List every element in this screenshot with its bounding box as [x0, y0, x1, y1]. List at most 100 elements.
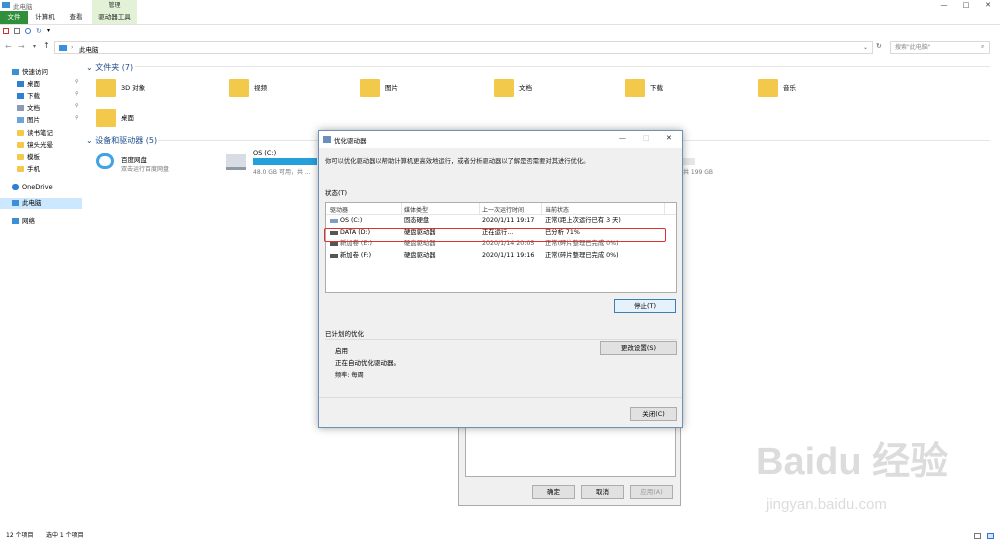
download-folder-icon [625, 79, 645, 97]
close-button[interactable]: ✕ [977, 0, 999, 11]
col-status[interactable]: 当前状态 [545, 205, 569, 214]
forward-icon[interactable]: → [18, 42, 25, 51]
redo-icon[interactable]: ↻ [36, 27, 42, 35]
sched-status: 启用 [335, 347, 348, 355]
tab-file[interactable]: 文件 [0, 11, 28, 24]
folder-label: 图片 [385, 84, 398, 92]
nav-folder-1[interactable]: 读书笔记 [17, 128, 53, 139]
tab-drive-tools[interactable]: 驱动器工具 [92, 11, 137, 24]
nav-pictures[interactable]: 图片 [17, 115, 40, 126]
cancel-button[interactable]: 取消 [581, 485, 624, 499]
column-divider [541, 203, 542, 215]
pin-icon: ⚲ [75, 79, 79, 85]
dropdown-icon[interactable]: ⌄ [863, 44, 868, 51]
column-divider [479, 203, 480, 215]
download-icon [17, 93, 24, 99]
folder-3d-objects[interactable]: 3D 对象 [96, 77, 226, 107]
nav-onedrive[interactable]: OneDrive [12, 182, 53, 193]
picture-folder-icon [360, 79, 380, 97]
column-divider [664, 203, 665, 215]
up-icon[interactable]: ↑ [43, 41, 50, 50]
minimize-button[interactable]: — [933, 0, 955, 11]
nav-folder-2[interactable]: 镜头光晕 [17, 140, 53, 151]
dialog-description: 你可以优化驱动器以帮助计算机更高效地运行，或者分析驱动器以了解是否需要对其进行优… [325, 158, 590, 165]
3d-objects-icon [96, 79, 116, 97]
apply-button[interactable]: 应用(A) [630, 485, 673, 499]
col-drive[interactable]: 驱动器 [330, 205, 348, 214]
folder-downloads[interactable]: 下载 [625, 77, 755, 107]
search-input[interactable]: 搜索"此电脑" [890, 41, 990, 54]
device-os-name[interactable]: OS (C:) [253, 149, 276, 157]
nav-folder-3[interactable]: 模板 [17, 152, 40, 163]
item-count: 12 个项目 [6, 532, 34, 539]
search-icon: ⌕ [981, 43, 985, 50]
maximize-button[interactable]: □ [643, 134, 650, 142]
folder-label: 文档 [519, 84, 532, 92]
folder-label: 3D 对象 [121, 84, 146, 92]
device-baidu-name[interactable]: 百度网盘 [121, 154, 147, 164]
section-divider [325, 339, 677, 340]
recent-icon[interactable]: ▾ [33, 43, 36, 50]
tab-view[interactable]: 查看 [62, 11, 90, 24]
close-dialog-button[interactable]: 关闭(C) [630, 407, 677, 421]
address-area: ← → ▾ ↑ › 此电脑 ⌄ ↻ 搜索"此电脑" ⌕ [0, 40, 1000, 55]
ribbon-context-header: 管理 [92, 0, 137, 11]
watermark: Baidu 经验 jingyan.baidu.com [748, 418, 978, 518]
back-icon[interactable]: ← [5, 42, 12, 51]
details-view-icon[interactable] [974, 533, 981, 539]
folder-desktop[interactable]: 桌面 [96, 107, 226, 137]
folder-videos[interactable]: 视频 [229, 77, 359, 107]
properties-icon[interactable] [3, 28, 9, 34]
sched-frequency: 频率: 每周 [335, 372, 364, 379]
minimize-button[interactable]: — [619, 134, 626, 142]
cell-last-run: 2020/1/11 19:16 [482, 252, 535, 259]
new-folder-icon[interactable] [14, 28, 20, 34]
cell-media: 固态硬盘 [404, 217, 430, 224]
sched-description: 正在自动优化驱动器。 [335, 359, 400, 367]
col-media[interactable]: 媒体类型 [404, 205, 428, 214]
close-button[interactable]: ✕ [666, 134, 672, 142]
properties-pane [465, 427, 676, 477]
undo-icon[interactable] [25, 28, 31, 34]
change-settings-button[interactable]: 更改设置(S) [600, 341, 677, 355]
nav-desktop[interactable]: 桌面 [17, 79, 40, 90]
table-row[interactable]: 新加卷 (F:) 硬盘驱动器 2020/1/11 19:16 正常(碎片整理已完… [326, 250, 666, 262]
address-bar[interactable]: › 此电脑 ⌄ [54, 41, 873, 54]
window-titlebar: 此电脑 — □ ✕ [0, 0, 1000, 11]
nav-folder-4[interactable]: 手机 [17, 164, 40, 175]
folders-section-toggle[interactable]: ⌄ 文件夹 (7) [86, 62, 133, 73]
pin-icon: ⚲ [75, 103, 79, 109]
nav-network[interactable]: 网络 [12, 216, 35, 227]
folder-label: 音乐 [783, 84, 796, 92]
folder-music[interactable]: 音乐 [758, 77, 888, 107]
nav-documents[interactable]: 文档 [17, 103, 40, 114]
large-icons-view-icon[interactable] [987, 533, 994, 539]
table-row[interactable]: OS (C:) 固态硬盘 2020/1/11 19:17 正常(距上次运行已有 … [326, 215, 666, 227]
pin-icon: ⚲ [75, 115, 79, 121]
stop-button[interactable]: 停止(T) [614, 299, 676, 313]
selected-count: 选中 1 个项目 [46, 532, 84, 539]
defrag-icon [323, 136, 331, 143]
col-last-run[interactable]: 上一次运行时间 [482, 205, 524, 214]
nav-this-pc[interactable]: 此电脑 [0, 198, 82, 209]
customize-qat-icon[interactable]: ▾ [47, 27, 50, 34]
scheduled-label: 已计划的优化 [325, 330, 364, 338]
refresh-icon[interactable]: ↻ [876, 42, 882, 50]
cell-drive: 新加卷 (F:) [340, 252, 372, 259]
windows-drive-icon [226, 154, 246, 170]
drive-usage-bar [683, 158, 695, 165]
watermark-brand: Baidu 经验 [756, 441, 949, 483]
folder-documents[interactable]: 文档 [494, 77, 624, 107]
devices-section-toggle[interactable]: ⌄ 设备和驱动器 (5) [86, 135, 157, 146]
pc-icon [59, 45, 67, 51]
maximize-button[interactable]: □ [955, 0, 977, 11]
chevron-down-icon: ⌄ [86, 136, 96, 145]
folder-pictures[interactable]: 图片 [360, 77, 490, 107]
tab-computer[interactable]: 计算机 [31, 11, 59, 24]
dialog-titlebar: 优化驱动器 — □ ✕ [319, 131, 682, 148]
nav-quick-access[interactable]: 快速访问 [12, 67, 48, 78]
ok-button[interactable]: 确定 [532, 485, 575, 499]
folder-icon [17, 142, 24, 148]
nav-downloads[interactable]: 下载 [17, 91, 40, 102]
drives-list[interactable]: 驱动器 媒体类型 上一次运行时间 当前状态 OS (C:) 固态硬盘 2020/… [325, 202, 677, 293]
